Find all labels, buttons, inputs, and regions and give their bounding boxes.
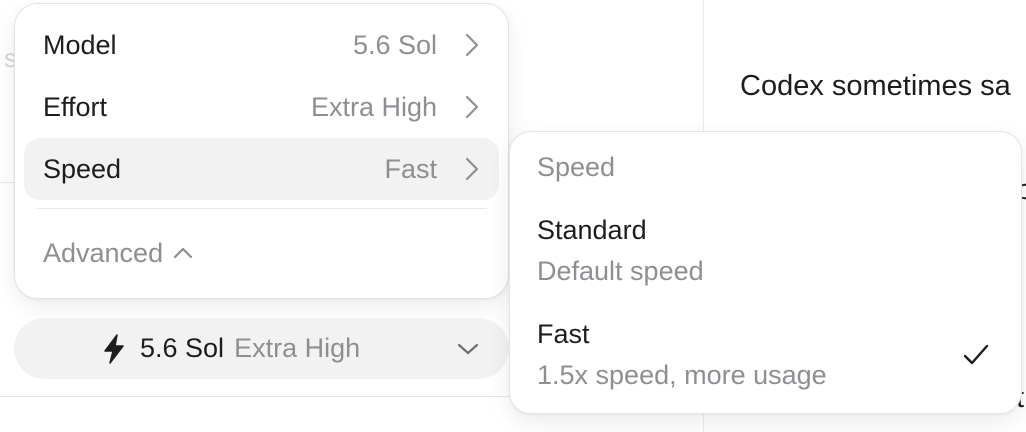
- menu-separator: [37, 208, 487, 209]
- menu-item-model[interactable]: Model 5.6 Sol: [24, 14, 499, 76]
- chevron-right-icon: [459, 156, 485, 182]
- speed-submenu: Speed Standard Default speed Fast 1.5x s…: [509, 131, 1022, 414]
- model-settings-menu: Model 5.6 Sol Effort Extra High Speed Fa…: [14, 3, 509, 299]
- menu-item-label: Model: [43, 29, 117, 60]
- option-description: Default speed: [537, 256, 704, 286]
- menu-item-value: Extra High: [310, 91, 437, 122]
- option-title: Fast: [537, 319, 590, 349]
- chevron-right-icon: [459, 32, 485, 58]
- selected-model-label: 5.6 Sol: [140, 333, 225, 363]
- app-stage: s Codex sometimes sa b t Model 5.6 Sol E…: [0, 0, 1026, 432]
- menu-item-value: 5.6 Sol: [352, 29, 437, 60]
- chevron-down-icon: [455, 336, 481, 362]
- selected-effort-label: Extra High: [234, 333, 361, 363]
- advanced-toggle[interactable]: Advanced: [43, 234, 193, 272]
- model-selector-button[interactable]: 5.6 Sol Extra High: [14, 318, 509, 379]
- menu-item-value: Fast: [384, 153, 437, 184]
- speed-option-standard[interactable]: Standard Default speed: [537, 212, 1007, 289]
- option-title: Standard: [537, 215, 647, 245]
- menu-item-label: Effort: [43, 91, 108, 122]
- background-divider: [0, 182, 14, 183]
- option-description: 1.5x speed, more usage: [537, 360, 827, 390]
- advanced-label: Advanced: [43, 237, 164, 268]
- checkmark-icon: [961, 340, 991, 370]
- chevron-right-icon: [459, 94, 485, 120]
- submenu-header: Speed: [537, 152, 616, 182]
- menu-item-label: Speed: [43, 153, 122, 184]
- menu-item-effort[interactable]: Effort Extra High: [24, 76, 499, 138]
- menu-item-speed[interactable]: Speed Fast: [24, 138, 499, 200]
- bolt-icon: [102, 333, 128, 364]
- background-message-text: Codex sometimes sa: [740, 70, 1011, 102]
- speed-option-fast[interactable]: Fast 1.5x speed, more usage: [537, 316, 1007, 393]
- chevron-up-icon: [173, 246, 193, 260]
